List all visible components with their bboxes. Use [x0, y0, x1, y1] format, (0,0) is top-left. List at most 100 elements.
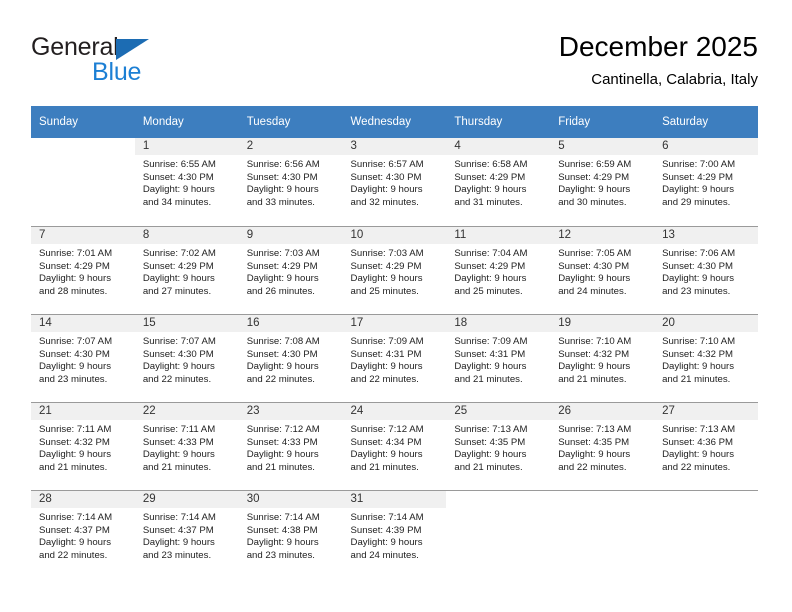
day-info-line: Daylight: 9 hours [246, 361, 319, 373]
day-info-line: Sunset: 4:29 PM [558, 171, 630, 183]
day-number: 8 [134, 227, 239, 244]
calendar-cell: 4 Sunrise: 6:58 AM Sunset: 4:29 PM Daylight… [446, 138, 551, 226]
calendar-cell: 8 Sunrise: 7:02 AM Sunset: 4:29 PM Daylight… [134, 226, 239, 314]
calendar-cell: 7 Sunrise: 7:01 AM Sunset: 4:29 PM Daylight… [31, 226, 135, 314]
day-info-line: Sunrise: 7:01 AM [39, 248, 113, 259]
calendar-cell: 23 Sunrise: 7:12 AM Sunset: 4:33 PM Dayligh… [238, 402, 343, 490]
calendar-cell: 14 Sunrise: 7:07 AM Sunset: 4:30 PM Dayligh… [31, 314, 135, 402]
calendar-cell: 11 Sunrise: 7:04 AM Sunset: 4:29 PM Dayligh… [446, 226, 551, 314]
day-info-line: Daylight: 9 hours [558, 273, 631, 285]
day-info-line: and 23 minutes. [662, 285, 731, 297]
day-info-line: Sunrise: 6:55 AM [142, 159, 216, 170]
calendar-cell: 1 Sunrise: 6:55 AM Sunset: 4:30 PM Daylight… [134, 138, 239, 226]
day-info-line: Sunrise: 7:12 AM [246, 424, 320, 435]
day-cell[interactable]: 24 Sunrise: 7:12 AM Sunset: 4:34 PM Dayligh… [342, 402, 447, 490]
day-cell[interactable]: 15 Sunrise: 7:07 AM Sunset: 4:30 PM Dayligh… [134, 314, 239, 402]
day-info-line: Sunset: 4:39 PM [350, 524, 422, 536]
day-info-line: and 21 minutes. [662, 373, 731, 385]
day-info-line: Sunset: 4:29 PM [142, 260, 214, 272]
day-info-line: Daylight: 9 hours [558, 449, 631, 461]
calendar-cell [654, 490, 758, 578]
day-cell[interactable]: 7 Sunrise: 7:01 AM Sunset: 4:29 PM Daylight… [31, 226, 135, 314]
day-info-line: Daylight: 9 hours [454, 449, 527, 461]
day-cell[interactable]: 3 Sunrise: 6:57 AM Sunset: 4:30 PM Daylight… [342, 138, 447, 226]
day-info-line: Daylight: 9 hours [39, 361, 111, 373]
day-info-line: Daylight: 9 hours [142, 273, 215, 285]
day-info-line: Sunset: 4:37 PM [142, 524, 214, 536]
day-number: 23 [238, 403, 343, 420]
calendar-head: Sunday Monday Tuesday Wednesday Thursday… [31, 106, 758, 138]
day-info-line: and 22 minutes. [350, 373, 419, 385]
day-cell[interactable]: 25 Sunrise: 7:13 AM Sunset: 4:35 PM Dayligh… [446, 402, 551, 490]
day-info-line: Sunrise: 7:02 AM [142, 248, 216, 259]
day-cell[interactable]: 16 Sunrise: 7:08 AM Sunset: 4:30 PM Dayligh… [238, 314, 343, 402]
day-cell[interactable]: 20 Sunrise: 7:10 AM Sunset: 4:32 PM Dayligh… [654, 314, 758, 402]
day-info-line: Sunrise: 7:14 AM [39, 512, 113, 523]
day-info-line: and 21 minutes. [558, 373, 627, 385]
day-info-line: Sunset: 4:31 PM [350, 348, 422, 360]
calendar-page: General Blue December 2025 Cantinella, C… [0, 0, 792, 612]
day-number: 18 [446, 315, 551, 332]
day-info-line: Sunrise: 7:03 AM [246, 248, 320, 259]
day-cell[interactable]: 10 Sunrise: 7:03 AM Sunset: 4:29 PM Dayligh… [342, 226, 447, 314]
day-info-line: and 25 minutes. [454, 285, 523, 297]
day-cell[interactable]: 5 Sunrise: 6:59 AM Sunset: 4:29 PM Daylight… [550, 138, 655, 226]
day-cell[interactable]: 12 Sunrise: 7:05 AM Sunset: 4:30 PM Dayligh… [550, 226, 655, 314]
day-info-line: and 30 minutes. [558, 196, 627, 208]
day-cell[interactable]: 22 Sunrise: 7:11 AM Sunset: 4:33 PM Dayligh… [134, 402, 239, 490]
day-cell[interactable]: 18 Sunrise: 7:09 AM Sunset: 4:31 PM Dayligh… [446, 314, 551, 402]
day-cell[interactable]: 8 Sunrise: 7:02 AM Sunset: 4:29 PM Daylight… [134, 226, 239, 314]
day-cell[interactable]: 29 Sunrise: 7:14 AM Sunset: 4:37 PM Dayligh… [134, 490, 239, 578]
day-cell[interactable]: 26 Sunrise: 7:13 AM Sunset: 4:35 PM Dayligh… [550, 402, 655, 490]
general-blue-logo[interactable]: General Blue [31, 34, 231, 96]
day-sun-info: Sunrise: 7:00 AM Sunset: 4:29 PM Daylight:… [654, 155, 758, 209]
day-cell[interactable]: 13 Sunrise: 7:06 AM Sunset: 4:30 PM Dayligh… [654, 226, 758, 314]
weekday-header-saturday: Saturday [654, 106, 758, 138]
day-info-line: Sunrise: 7:13 AM [662, 424, 736, 435]
day-info-line: Sunset: 4:34 PM [350, 436, 422, 448]
day-cell[interactable]: 9 Sunrise: 7:03 AM Sunset: 4:29 PM Daylight… [238, 226, 343, 314]
day-cell[interactable]: 30 Sunrise: 7:14 AM Sunset: 4:38 PM Dayligh… [238, 490, 343, 578]
day-cell[interactable]: 19 Sunrise: 7:10 AM Sunset: 4:32 PM Dayligh… [550, 314, 655, 402]
day-sun-info: Sunrise: 7:02 AM Sunset: 4:29 PM Daylight:… [135, 244, 239, 298]
day-cell[interactable]: 4 Sunrise: 6:58 AM Sunset: 4:29 PM Daylight… [446, 138, 551, 226]
day-number: 4 [446, 138, 551, 155]
day-cell[interactable]: 23 Sunrise: 7:12 AM Sunset: 4:33 PM Dayligh… [238, 402, 343, 490]
day-info-line: Sunrise: 7:14 AM [350, 512, 424, 523]
day-cell[interactable]: 2 Sunrise: 6:56 AM Sunset: 4:30 PM Daylight… [238, 138, 343, 226]
calendar-week-row: 21 Sunrise: 7:11 AM Sunset: 4:32 PM Dayligh… [31, 402, 758, 490]
day-sun-info: Sunrise: 6:58 AM Sunset: 4:29 PM Daylight:… [446, 155, 550, 209]
day-sun-info: Sunrise: 7:01 AM Sunset: 4:29 PM Daylight:… [31, 244, 135, 298]
day-cell[interactable]: 28 Sunrise: 7:14 AM Sunset: 4:37 PM Dayligh… [31, 490, 135, 578]
day-number: 30 [238, 491, 343, 508]
day-cell[interactable]: 6 Sunrise: 7:00 AM Sunset: 4:29 PM Daylight… [654, 138, 758, 226]
calendar-cell: 16 Sunrise: 7:08 AM Sunset: 4:30 PM Dayligh… [238, 314, 343, 402]
day-cell[interactable]: 17 Sunrise: 7:09 AM Sunset: 4:31 PM Dayligh… [342, 314, 447, 402]
day-info-line: Daylight: 9 hours [558, 184, 631, 196]
day-info-line: and 31 minutes. [454, 196, 523, 208]
day-cell[interactable]: 21 Sunrise: 7:11 AM Sunset: 4:32 PM Dayligh… [31, 402, 135, 490]
day-info-line: and 24 minutes. [558, 285, 627, 297]
day-info-line: and 21 minutes. [39, 461, 108, 473]
logo-triangle-icon [116, 39, 149, 60]
weekday-header-friday: Friday [550, 106, 655, 138]
day-info-line: Sunrise: 7:11 AM [39, 424, 112, 435]
calendar-cell: 20 Sunrise: 7:10 AM Sunset: 4:32 PM Dayligh… [654, 314, 758, 402]
day-cell[interactable]: 31 Sunrise: 7:14 AM Sunset: 4:39 PM Dayligh… [342, 490, 447, 578]
day-sun-info: Sunrise: 7:06 AM Sunset: 4:30 PM Daylight:… [654, 244, 758, 298]
day-info-line: Sunrise: 7:05 AM [558, 248, 632, 259]
day-sun-info: Sunrise: 7:14 AM Sunset: 4:37 PM Daylight:… [135, 508, 239, 562]
day-cell[interactable]: 14 Sunrise: 7:07 AM Sunset: 4:30 PM Dayligh… [31, 314, 135, 402]
day-info-line: and 26 minutes. [246, 285, 315, 297]
day-sun-info: Sunrise: 7:07 AM Sunset: 4:30 PM Daylight:… [135, 332, 239, 386]
day-number: 15 [134, 315, 239, 332]
day-sun-info: Sunrise: 7:11 AM Sunset: 4:32 PM Daylight:… [31, 420, 135, 474]
day-cell[interactable]: 1 Sunrise: 6:55 AM Sunset: 4:30 PM Daylight… [134, 138, 239, 226]
day-info-line: Sunrise: 7:11 AM [142, 424, 216, 435]
day-info-line: Daylight: 9 hours [350, 449, 423, 461]
day-cell[interactable]: 27 Sunrise: 7:13 AM Sunset: 4:36 PM Dayligh… [654, 402, 758, 490]
day-cell[interactable]: 11 Sunrise: 7:04 AM Sunset: 4:29 PM Dayligh… [446, 226, 551, 314]
calendar-cell: 31 Sunrise: 7:14 AM Sunset: 4:39 PM Dayligh… [342, 490, 447, 578]
day-info-line: Sunrise: 7:09 AM [350, 336, 424, 347]
day-info-line: and 23 minutes. [39, 373, 108, 385]
